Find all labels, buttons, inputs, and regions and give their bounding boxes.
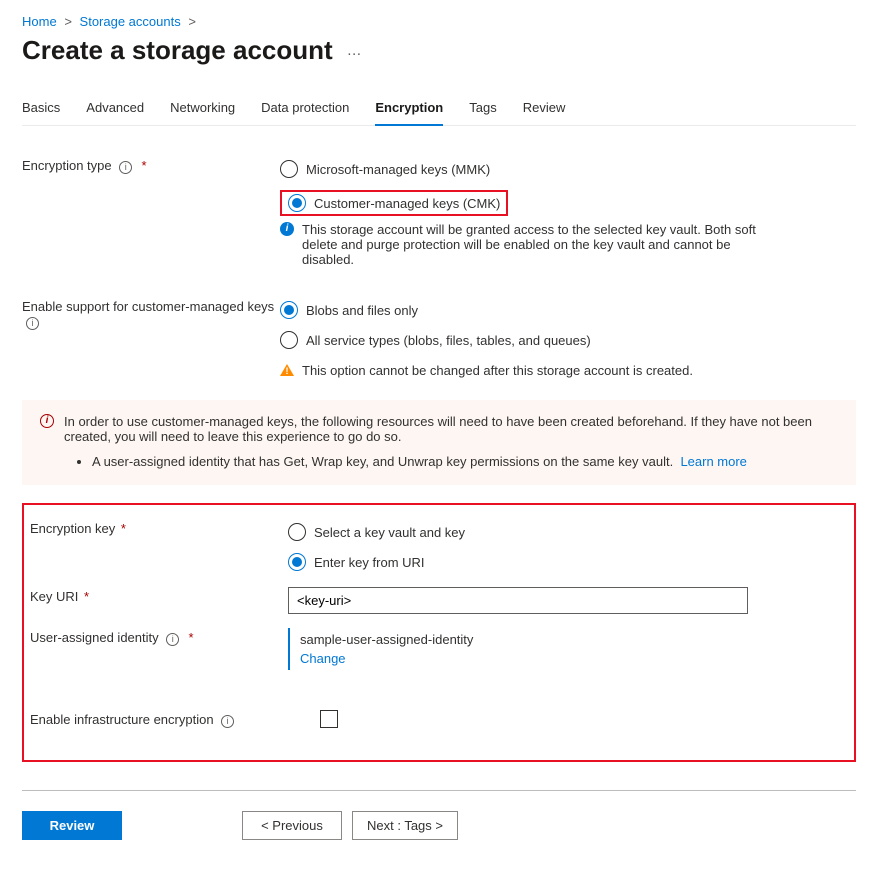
- radio-mmk-label[interactable]: Microsoft-managed keys (MMK): [306, 162, 490, 177]
- required-marker: *: [188, 630, 193, 645]
- radio-blobs-files[interactable]: [280, 301, 298, 319]
- encryption-key-label: Encryption key: [30, 521, 115, 536]
- radio-select-key-vault[interactable]: [288, 523, 306, 541]
- infra-encryption-label: Enable infrastructure encryption: [30, 712, 214, 727]
- review-button[interactable]: Review: [22, 811, 122, 840]
- notice-bullet: A user-assigned identity that has Get, W…: [92, 454, 673, 469]
- tab-bar: Basics Advanced Networking Data protecti…: [22, 94, 856, 126]
- notice-lead: In order to use customer-managed keys, t…: [64, 414, 812, 444]
- info-icon: i: [280, 222, 294, 236]
- user-assigned-identity-label: User-assigned identity: [30, 630, 159, 645]
- chevron-right-icon: >: [64, 14, 72, 29]
- required-marker: *: [84, 589, 89, 604]
- tab-basics[interactable]: Basics: [22, 94, 60, 125]
- tab-encryption[interactable]: Encryption: [375, 94, 443, 125]
- info-icon[interactable]: i: [26, 317, 39, 330]
- learn-more-link[interactable]: Learn more: [680, 454, 746, 469]
- prerequisite-notice: i In order to use customer-managed keys,…: [22, 400, 856, 485]
- breadcrumb: Home > Storage accounts >: [22, 0, 856, 35]
- required-marker: *: [141, 158, 146, 173]
- encryption-type-label: Encryption type: [22, 158, 112, 173]
- key-uri-input[interactable]: [288, 587, 748, 614]
- info-icon[interactable]: i: [166, 633, 179, 646]
- tab-data-protection[interactable]: Data protection: [261, 94, 349, 125]
- radio-enter-key-uri[interactable]: [288, 553, 306, 571]
- infra-encryption-checkbox[interactable]: [320, 710, 338, 728]
- warning-icon: [280, 364, 294, 376]
- breadcrumb-storage-accounts[interactable]: Storage accounts: [80, 14, 181, 29]
- required-marker: *: [121, 521, 126, 536]
- tab-tags[interactable]: Tags: [469, 94, 496, 125]
- tab-networking[interactable]: Networking: [170, 94, 235, 125]
- key-uri-label: Key URI: [30, 589, 78, 604]
- radio-blobs-files-label[interactable]: Blobs and files only: [306, 303, 418, 318]
- next-button[interactable]: Next : Tags >: [352, 811, 458, 840]
- radio-mmk[interactable]: [280, 160, 298, 178]
- radio-all-service-types[interactable]: [280, 331, 298, 349]
- encryption-type-info: This storage account will be granted acc…: [302, 222, 762, 267]
- tab-advanced[interactable]: Advanced: [86, 94, 144, 125]
- page-title: Create a storage account: [22, 35, 333, 66]
- radio-cmk[interactable]: [288, 194, 306, 212]
- info-icon: i: [40, 414, 54, 428]
- previous-button[interactable]: < Previous: [242, 811, 342, 840]
- info-icon[interactable]: i: [119, 161, 132, 174]
- radio-enter-key-uri-label[interactable]: Enter key from URI: [314, 555, 425, 570]
- info-icon[interactable]: i: [221, 715, 234, 728]
- radio-all-service-types-label[interactable]: All service types (blobs, files, tables,…: [306, 333, 591, 348]
- cmk-support-warning: This option cannot be changed after this…: [302, 363, 693, 378]
- chevron-right-icon: >: [188, 14, 196, 29]
- identity-value: sample-user-assigned-identity: [300, 632, 848, 647]
- divider: [22, 790, 856, 791]
- more-actions-button[interactable]: …: [347, 46, 364, 56]
- breadcrumb-home[interactable]: Home: [22, 14, 57, 29]
- radio-select-key-vault-label[interactable]: Select a key vault and key: [314, 525, 465, 540]
- change-identity-link[interactable]: Change: [300, 651, 346, 666]
- radio-cmk-label[interactable]: Customer-managed keys (CMK): [314, 196, 500, 211]
- cmk-support-label: Enable support for customer-managed keys: [22, 299, 274, 314]
- tab-review[interactable]: Review: [523, 94, 566, 125]
